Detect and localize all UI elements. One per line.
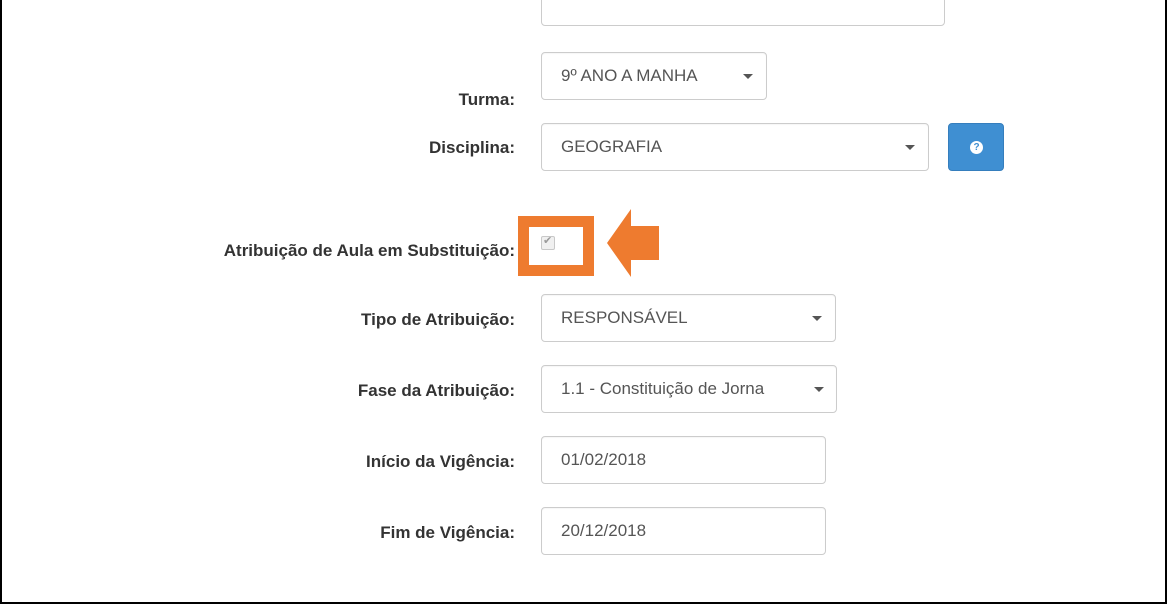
inicio-vigencia-label: Início da Vigência: <box>366 452 515 471</box>
turma-value: 9º ANO A MANHA <box>561 66 698 85</box>
disciplina-select[interactable]: GEOGRAFIA <box>541 123 929 171</box>
disciplina-value: GEOGRAFIA <box>561 137 663 156</box>
tipo-atribuicao-value: RESPONSÁVEL <box>561 308 688 327</box>
top-partial-field[interactable] <box>541 0 945 26</box>
fase-atribuicao-label: Fase da Atribuição: <box>357 381 515 400</box>
checkmark-icon: ✔ <box>543 235 553 247</box>
chevron-down-icon <box>814 387 824 392</box>
disciplina-label: Disciplina: <box>429 138 515 157</box>
annotation-arrow-icon <box>607 209 659 277</box>
form-panel: Turma: 9º ANO A MANHA Disciplina: GEOGRA… <box>0 0 1167 604</box>
question-circle-icon: ? <box>970 141 983 154</box>
chevron-down-icon <box>812 316 822 321</box>
fim-vigencia-value: 20/12/2018 <box>561 521 647 540</box>
inicio-vigencia-value: 01/02/2018 <box>561 450 647 469</box>
fim-vigencia-label: Fim de Vigência: <box>380 523 515 542</box>
tipo-atribuicao-select[interactable]: RESPONSÁVEL <box>541 294 836 342</box>
substituicao-checkbox[interactable]: ✔ <box>541 235 555 250</box>
chevron-down-icon <box>905 145 915 150</box>
fase-atribuicao-value: 1.1 - Constituição de Jorna <box>561 379 765 398</box>
help-button[interactable]: ? <box>948 123 1004 171</box>
tipo-atribuicao-label: Tipo de Atribuição: <box>361 310 515 329</box>
chevron-down-icon <box>743 74 753 79</box>
fase-atribuicao-select[interactable]: 1.1 - Constituição de Jorna <box>541 365 837 413</box>
fim-vigencia-input[interactable]: 20/12/2018 <box>541 507 826 555</box>
annotation-highlight-box <box>518 216 594 276</box>
substituicao-label: Atribuição de Aula em Substituição: <box>223 241 515 260</box>
inicio-vigencia-input[interactable]: 01/02/2018 <box>541 436 826 484</box>
turma-label: Turma: <box>458 90 515 109</box>
turma-select[interactable]: 9º ANO A MANHA <box>541 52 767 100</box>
